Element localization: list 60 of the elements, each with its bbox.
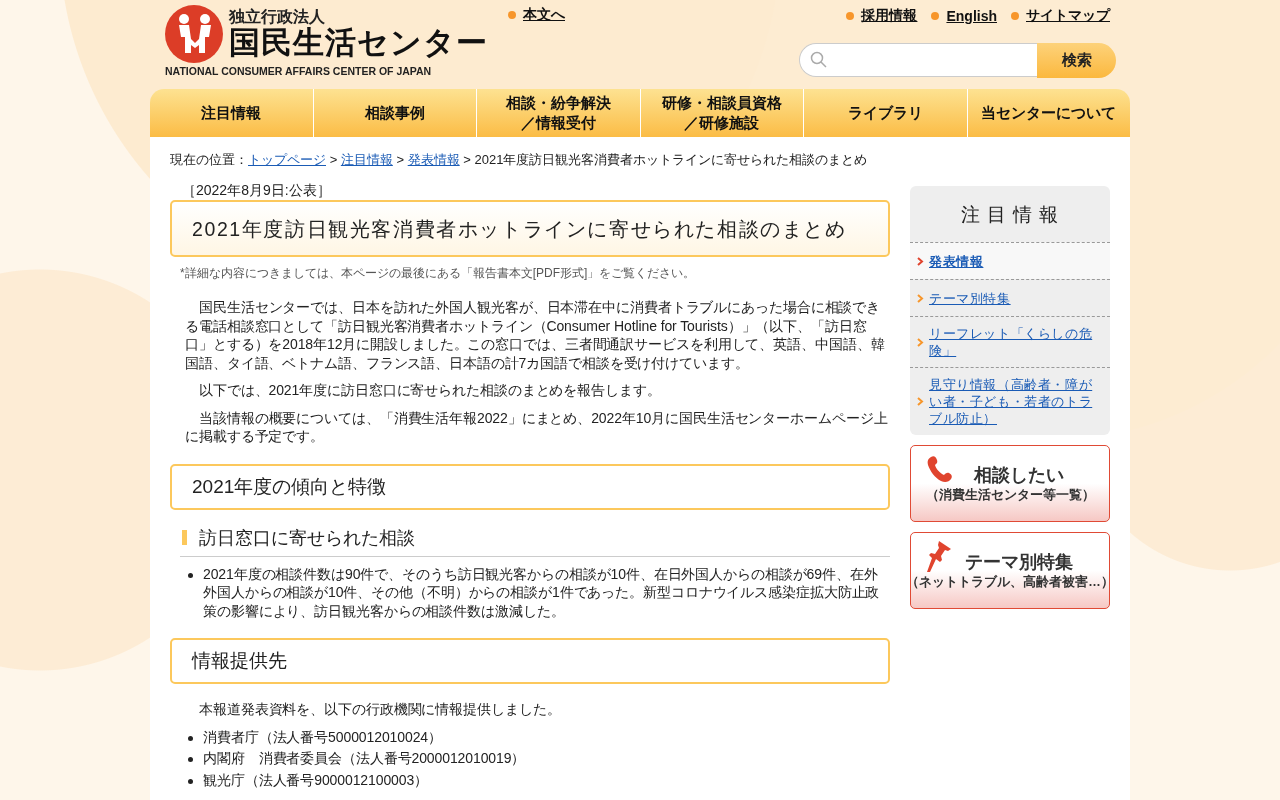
logo-icon [165, 5, 223, 63]
paragraph: 以下では、2021年度に訪日窓口に寄せられた相談のまとめを報告します。 [198, 381, 662, 400]
publish-date: ［2022年8月9日:公表］ [182, 181, 332, 199]
pushpin-icon [927, 539, 953, 573]
chevron-icon [917, 256, 924, 266]
bullet-icon [1011, 12, 1019, 20]
list-item-text: 内閣府 消費者委員会（法人番号2000012010019） [203, 749, 526, 768]
search-field[interactable] [799, 43, 1037, 77]
breadcrumb-current: 2021年度訪日観光客消費者ホットラインに寄せられた相談のまとめ [474, 152, 868, 167]
banner-button[interactable]: 相談したい （消費生活センター等一覧） [910, 445, 1110, 522]
section-heading: 情報提供先 [170, 638, 890, 684]
bullet-icon [188, 572, 193, 578]
breadcrumb-separator: > [463, 152, 471, 167]
utility-link[interactable]: サイトマップ [1026, 7, 1110, 25]
sidebar-title: 注 目 情 報 [959, 203, 1061, 227]
phone-icon [927, 455, 955, 485]
breadcrumb-link[interactable]: 注目情報 [340, 152, 393, 167]
nav-tab[interactable]: 相談事例 [313, 89, 477, 137]
paragraph: 本報道発表資料を、以下の行政機関に情報提供しました。 [198, 700, 562, 719]
sidebar-link[interactable]: リーフレット「くらしの危険」 [929, 325, 1100, 359]
bullet-icon [846, 12, 855, 20]
page-title: 2021年度訪日観光客消費者ホットラインに寄せられた相談のまとめ [170, 200, 890, 257]
utility-link[interactable]: 採用情報 [861, 7, 918, 25]
sidebar-link[interactable]: テーマ別特集 [929, 289, 1011, 307]
list-item-text: 観光庁（法人番号9000012100003） [203, 770, 429, 789]
breadcrumb-separator: > [396, 152, 405, 167]
nav-tab[interactable]: 研修・相談員資格 ／研修施設 [640, 89, 804, 137]
section-heading: 2021年度の傾向と特徴 [170, 463, 890, 510]
logo-title: 国民生活センター [229, 26, 488, 60]
nav-tab[interactable]: 注目情報 [150, 89, 314, 137]
paragraph: 国民生活センターでは、日本を訪れた外国人観光客が、日本滞在中に消費者トラブルにあった場合に相談できる電話相談窓口として「訪日観光客消費者ホットライン（Consumer Hotline for Tourists）」（以下、「訪日窓口」とする）を2018年12月に開設しました。この窓口では、三者間通訳サービスを利用して、英語、中国語、韓国語、タイ語、ベトナム語、フランス語、日本語の計7カ国語で相談を受け付けています。 [185, 298, 886, 372]
bullet-icon [931, 12, 940, 20]
chevron-icon [917, 293, 924, 303]
logo-subtitle: 独立行政法人 [229, 8, 326, 26]
skip-link[interactable]: 本文へ [523, 6, 565, 24]
breadcrumb-link[interactable]: トップページ [248, 152, 326, 167]
note-text: *詳細な内容につきましては、本ページの最後にある「報告書本文[PDF形式]」をご覧ください。 [180, 265, 697, 282]
list-item-text: 消費者庁（法人番号5000012010024） [203, 727, 442, 746]
search-button[interactable]: 検索 [1037, 43, 1116, 78]
nav-tab[interactable]: 相談・紛争解決 ／情報受付 [477, 89, 641, 137]
nav-tab[interactable]: 当センターについて [967, 89, 1130, 137]
subsection-heading: 訪日窓口に寄せられた相談 [180, 525, 890, 557]
sidebar-link[interactable]: 見守り情報（高齢者・障がい者・子ども・若者のトラブル防止） [929, 376, 1100, 427]
breadcrumb-label: 現在の位置： [170, 152, 248, 167]
paragraph: 当該情報の概要については、「消費生活年報2022」にまとめ、2022年10月に国民生活センターホームページ上に掲載する予定です。 [185, 408, 889, 446]
utility-link[interactable]: English [946, 8, 997, 24]
breadcrumb-link[interactable]: 発表情報 [407, 152, 460, 167]
search-icon [810, 51, 828, 69]
bullet-icon [508, 11, 516, 19]
chevron-icon [917, 397, 924, 406]
nav-tab[interactable]: ライブラリ [804, 89, 968, 137]
sidebar-link[interactable]: 発表情報 [929, 252, 984, 270]
bullet-icon [188, 757, 193, 762]
breadcrumb-separator: > [329, 152, 338, 167]
bullet-icon [188, 735, 193, 741]
logo-english-name: NATIONAL CONSUMER AFFAIRS CENTER OF JAPAN [165, 65, 433, 77]
bullet-icon [188, 778, 193, 784]
banner-button[interactable]: テーマ別特集 （ネットトラブル、高齢者被害…） [910, 532, 1110, 609]
chevron-icon [917, 337, 924, 347]
list-item-text: 2021年度の相談件数は90件で、そのうち訪日観光客からの相談が10件、在日外国人からの相談が69件、在外外国人からの相談が10件、その他（不明）からの相談が1件であった。新型コロナウイルス感染症拡大防止政策の影響により、訪日観光客からの相談件数は激減した。 [203, 564, 881, 620]
